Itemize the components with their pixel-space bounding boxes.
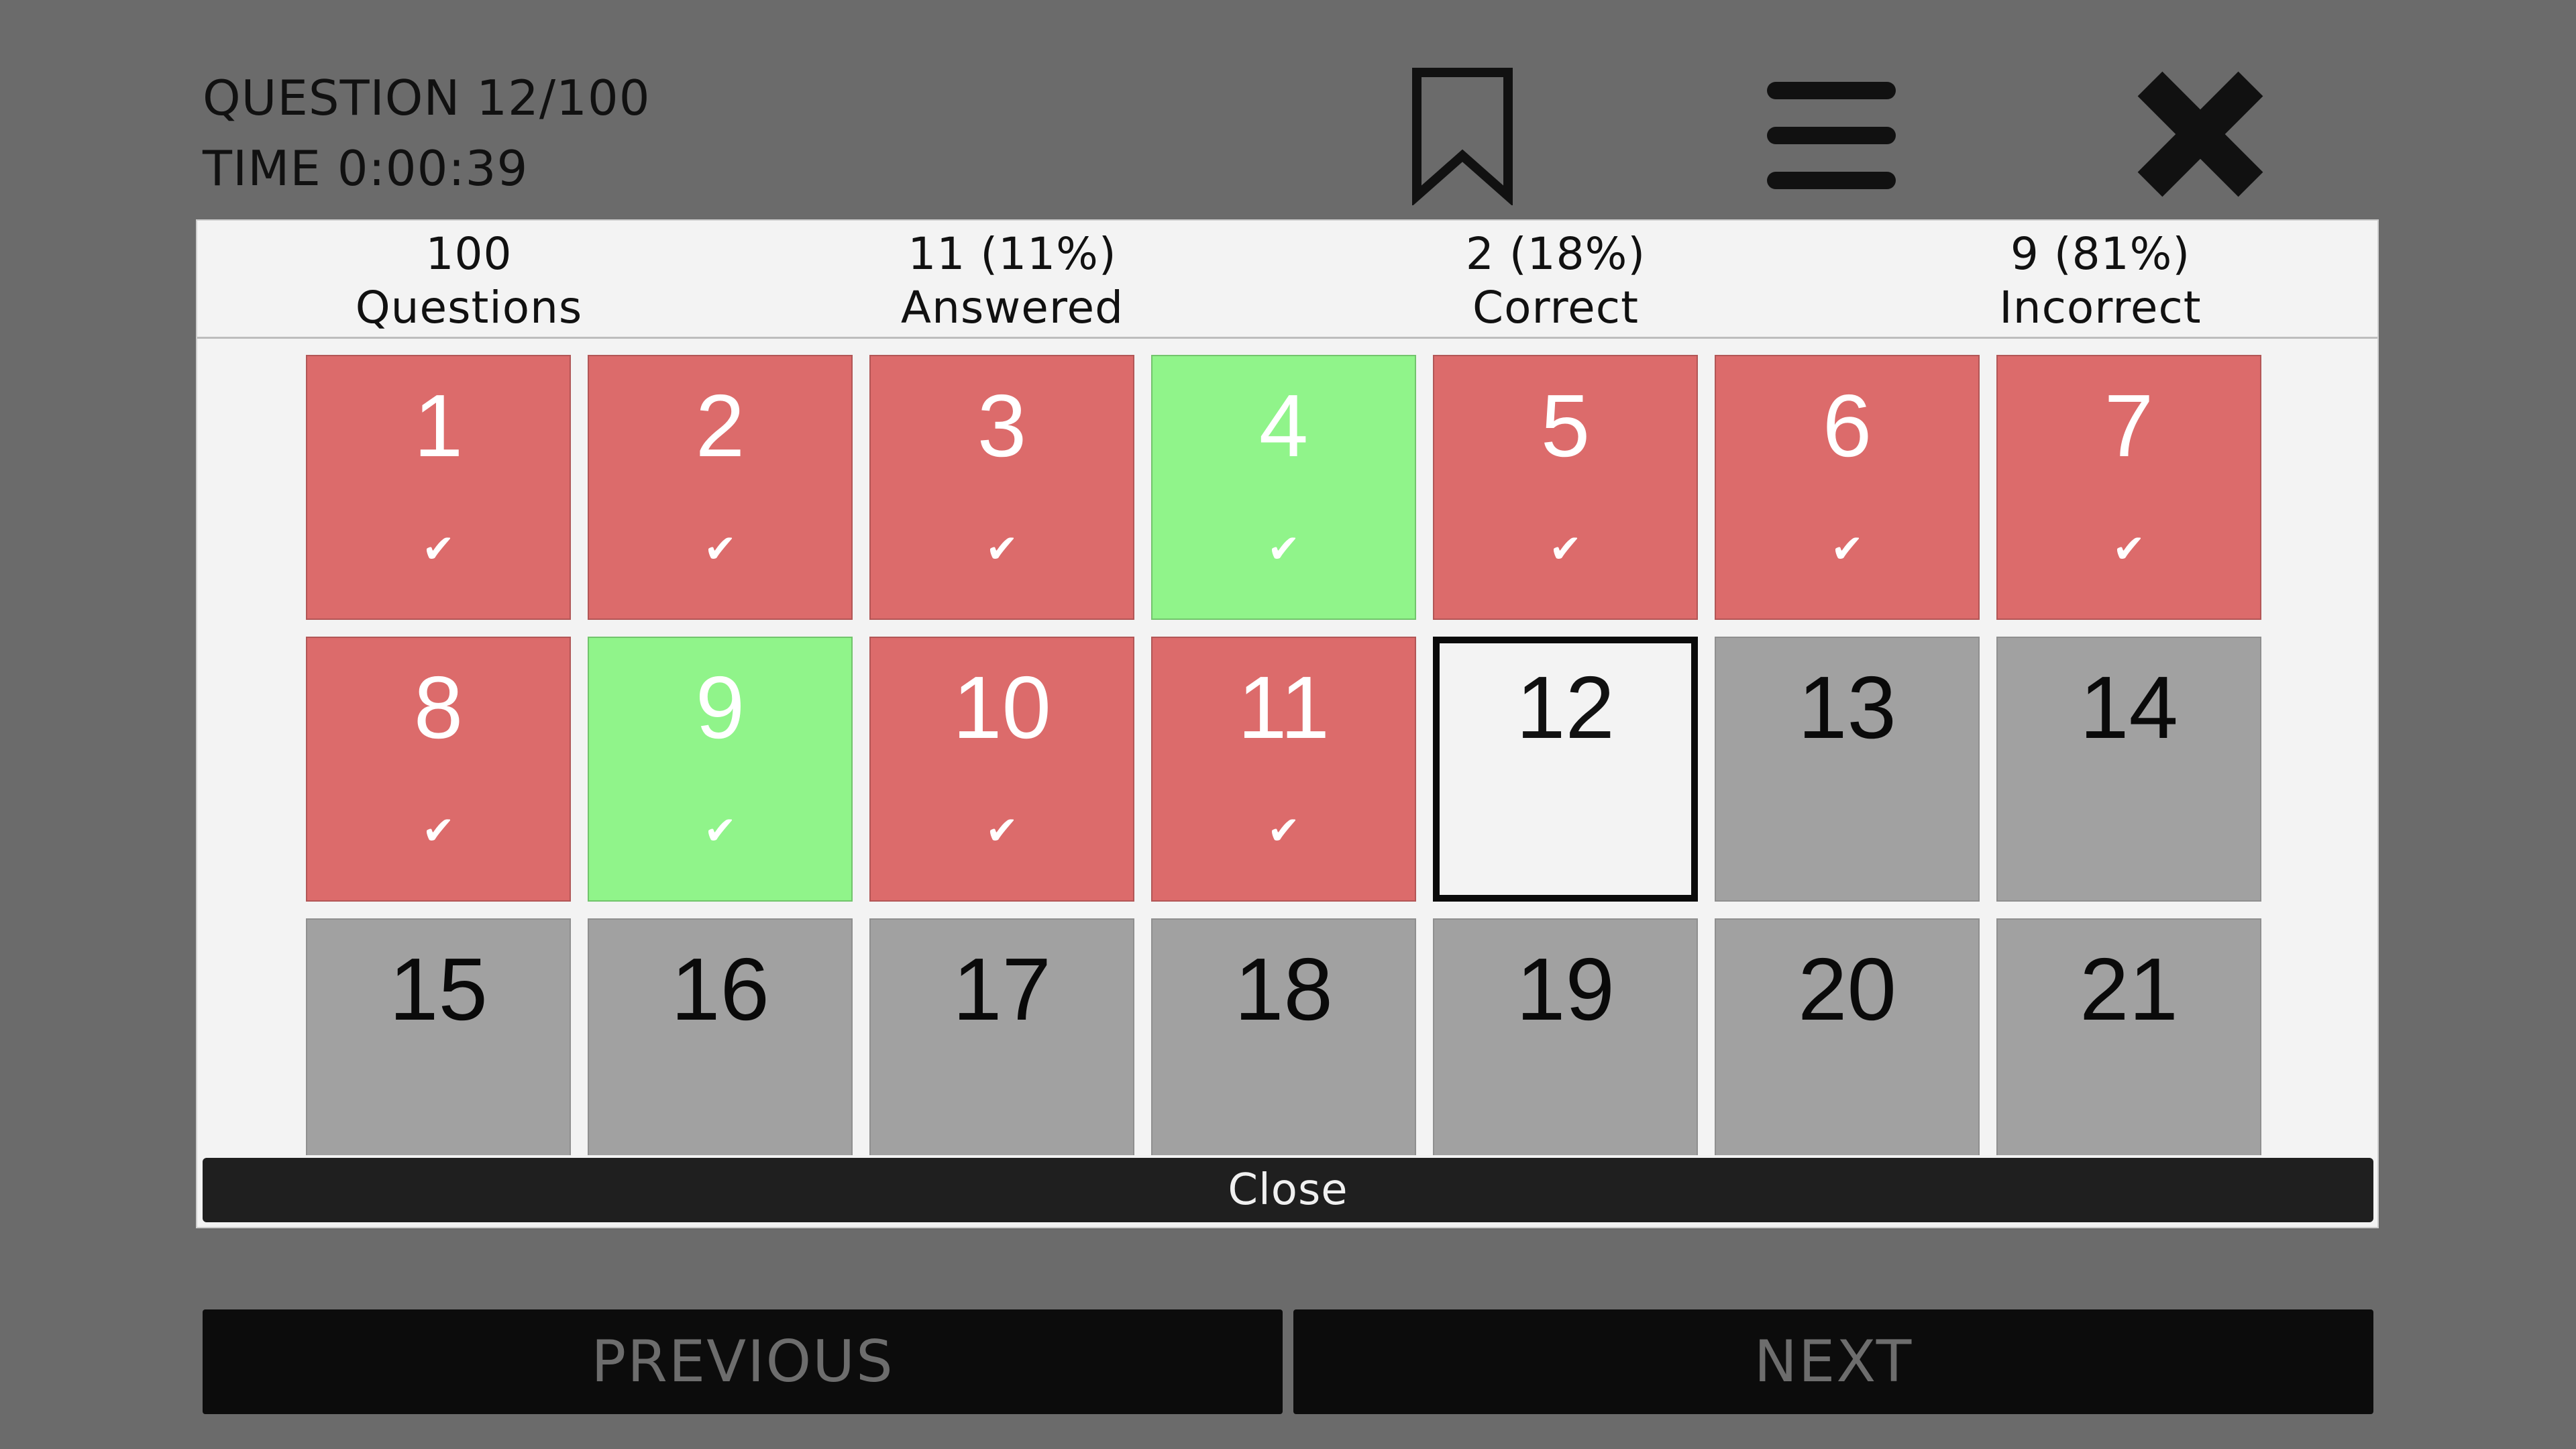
stat-label: Answered bbox=[900, 282, 1124, 333]
question-tile-6[interactable]: 6 ✔ bbox=[1715, 355, 1980, 620]
question-grid: 1 ✔ 2 ✔ 3 ✔ 4 ✔ 5 ✔ 6 ✔ 7 ✔ 8 ✔ 9 ✔ 10 ✔ 11 ✔ 12 13 14 15 16 17 18 19… bbox=[197, 221, 2377, 1155]
tile-number: 19 bbox=[1516, 940, 1615, 1038]
question-tile-11[interactable]: 11 ✔ bbox=[1151, 637, 1416, 902]
answered-check-icon: ✔ bbox=[1549, 526, 1582, 572]
tile-number: 11 bbox=[1237, 658, 1330, 757]
stat-incorrect: 9 (81%) Incorrect bbox=[1829, 227, 2372, 335]
tile-number: 1 bbox=[413, 376, 464, 475]
question-tile-13[interactable]: 13 bbox=[1715, 637, 1980, 902]
answered-check-icon: ✔ bbox=[1267, 808, 1300, 853]
previous-button[interactable]: PREVIOUS bbox=[203, 1309, 1283, 1414]
question-tile-2[interactable]: 2 ✔ bbox=[588, 355, 853, 620]
stat-label: Correct bbox=[1472, 282, 1639, 333]
close-icon[interactable] bbox=[2133, 67, 2267, 201]
question-tile-10[interactable]: 10 ✔ bbox=[869, 637, 1134, 902]
answered-check-icon: ✔ bbox=[422, 808, 455, 853]
question-tile-4[interactable]: 4 ✔ bbox=[1151, 355, 1416, 620]
stat-label: Incorrect bbox=[1999, 282, 2202, 333]
tile-number: 17 bbox=[953, 940, 1051, 1038]
question-tile-18[interactable]: 18 bbox=[1151, 918, 1416, 1155]
question-tile-12[interactable]: 12 bbox=[1433, 637, 1698, 902]
tile-number: 5 bbox=[1540, 376, 1591, 475]
question-tile-1[interactable]: 1 ✔ bbox=[306, 355, 571, 620]
question-overview-modal: 1 ✔ 2 ✔ 3 ✔ 4 ✔ 5 ✔ 6 ✔ 7 ✔ 8 ✔ 9 ✔ 10 ✔ 11 ✔ 12 13 14 15 16 17 18 19… bbox=[196, 219, 2379, 1228]
question-tile-14[interactable]: 14 bbox=[1996, 637, 2261, 902]
timer: TIME 0:00:39 bbox=[203, 140, 529, 197]
answered-check-icon: ✔ bbox=[985, 526, 1018, 572]
hamburger-menu-icon[interactable] bbox=[1764, 78, 1898, 193]
tile-number: 18 bbox=[1234, 940, 1333, 1038]
stat-answered: 11 (11%) Answered bbox=[741, 227, 1284, 335]
answered-check-icon: ✔ bbox=[704, 808, 737, 853]
question-tile-17[interactable]: 17 bbox=[869, 918, 1134, 1155]
tile-number: 13 bbox=[1798, 658, 1896, 757]
question-tile-15[interactable]: 15 bbox=[306, 918, 571, 1155]
answered-check-icon: ✔ bbox=[2112, 526, 2145, 572]
stat-value: 2 (18%) bbox=[1465, 228, 1646, 280]
tile-number: 4 bbox=[1258, 376, 1309, 475]
tile-number: 12 bbox=[1516, 658, 1615, 757]
tile-number: 7 bbox=[2104, 376, 2154, 475]
next-button[interactable]: NEXT bbox=[1293, 1309, 2373, 1414]
summary-stats: 100 Questions 11 (11%) Answered 2 (18%) … bbox=[197, 221, 2377, 339]
tile-number: 20 bbox=[1798, 940, 1896, 1038]
stat-label: Questions bbox=[355, 282, 583, 333]
question-tile-20[interactable]: 20 bbox=[1715, 918, 1980, 1155]
answered-check-icon: ✔ bbox=[1831, 526, 1864, 572]
stat-value: 100 bbox=[425, 228, 513, 280]
answered-check-icon: ✔ bbox=[704, 526, 737, 572]
tile-number: 9 bbox=[695, 658, 745, 757]
question-tile-5[interactable]: 5 ✔ bbox=[1433, 355, 1698, 620]
stat-questions: 100 Questions bbox=[197, 227, 741, 335]
tile-number: 10 bbox=[953, 658, 1051, 757]
question-counter: QUESTION 12/100 bbox=[203, 70, 651, 126]
tile-number: 16 bbox=[671, 940, 769, 1038]
tile-number: 15 bbox=[389, 940, 488, 1038]
tile-number: 8 bbox=[413, 658, 464, 757]
bookmark-icon[interactable] bbox=[1409, 64, 1516, 205]
close-button[interactable]: Close bbox=[203, 1158, 2373, 1222]
question-tile-19[interactable]: 19 bbox=[1433, 918, 1698, 1155]
question-tile-8[interactable]: 8 ✔ bbox=[306, 637, 571, 902]
question-tile-16[interactable]: 16 bbox=[588, 918, 853, 1155]
answered-check-icon: ✔ bbox=[422, 526, 455, 572]
question-tile-3[interactable]: 3 ✔ bbox=[869, 355, 1134, 620]
tile-number: 14 bbox=[2080, 658, 2178, 757]
answered-check-icon: ✔ bbox=[985, 808, 1018, 853]
tile-number: 2 bbox=[695, 376, 745, 475]
question-tile-7[interactable]: 7 ✔ bbox=[1996, 355, 2261, 620]
tile-number: 6 bbox=[1822, 376, 1872, 475]
stat-value: 9 (81%) bbox=[2010, 228, 2191, 280]
tile-number: 21 bbox=[2080, 940, 2178, 1038]
question-tile-21[interactable]: 21 bbox=[1996, 918, 2261, 1155]
answered-check-icon: ✔ bbox=[1267, 526, 1300, 572]
tile-number: 3 bbox=[977, 376, 1027, 475]
stat-value: 11 (11%) bbox=[908, 228, 1117, 280]
stat-correct: 2 (18%) Correct bbox=[1284, 227, 1827, 335]
question-tile-9[interactable]: 9 ✔ bbox=[588, 637, 853, 902]
